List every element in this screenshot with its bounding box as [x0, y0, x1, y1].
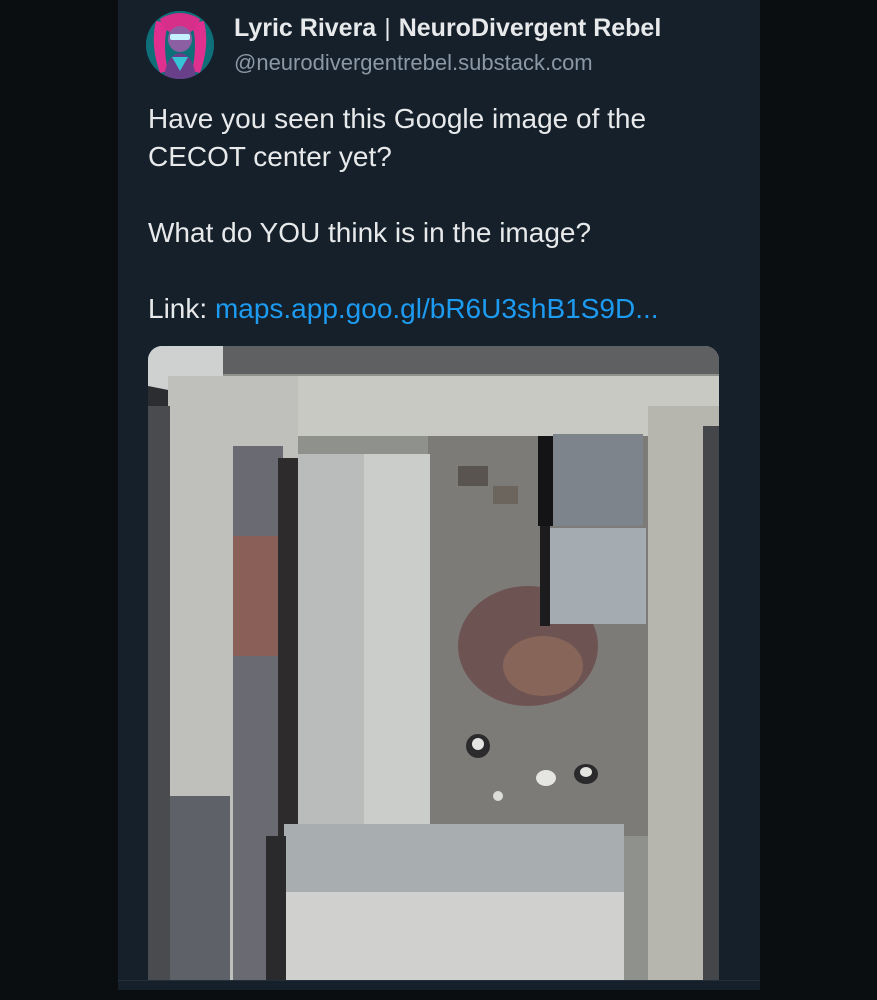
post-link-line: Link: maps.app.goo.gl/bR6U3shB1S9D... [148, 290, 728, 328]
author-brand-name[interactable]: NeuroDivergent Rebel [399, 14, 662, 43]
avatar-illustration [146, 11, 214, 79]
author-name-row[interactable]: Lyric Rivera | NeuroDivergent Rebel [234, 14, 661, 43]
card-bottom-divider [118, 980, 760, 981]
maps-link[interactable]: maps.app.goo.gl/bR6U3shB1S9D... [215, 293, 659, 324]
post-text-line: CECOT center yet? [148, 141, 392, 172]
name-separator: | [384, 14, 391, 42]
author-display-name[interactable]: Lyric Rivera [234, 14, 376, 43]
post-text: Have you seen this Google image of the C… [148, 100, 728, 328]
post-text-line: Have you seen this Google image of the [148, 103, 647, 134]
author-handle[interactable]: @neurodivergentrebel.substack.com [234, 50, 593, 76]
screen: Lyric Rivera | NeuroDivergent Rebel @neu… [0, 0, 877, 1000]
avatar[interactable] [146, 11, 214, 79]
post-text-line: What do YOU think is in the image? [148, 217, 592, 248]
satellite-image-drawing [148, 346, 719, 980]
link-label: Link: [148, 293, 208, 324]
satellite-image[interactable] [148, 346, 719, 980]
